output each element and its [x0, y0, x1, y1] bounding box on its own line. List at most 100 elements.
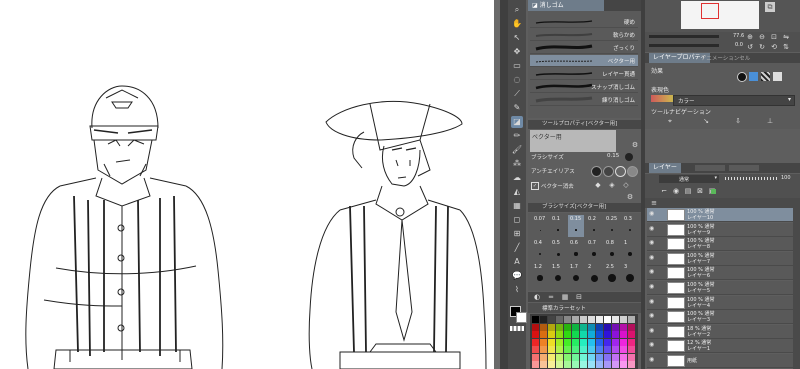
brush-size-cell[interactable]: 0.3: [622, 215, 638, 237]
color-swatch[interactable]: [588, 353, 595, 361]
brush-size-cell[interactable]: 0.8: [604, 239, 620, 261]
color-swatch[interactable]: [588, 338, 595, 346]
lock-layer-icon[interactable]: ⊠: [695, 186, 705, 196]
vector-erase-checkbox[interactable]: ✓: [531, 182, 539, 190]
color-swatch[interactable]: [572, 361, 579, 368]
brush-size-cell[interactable]: 0.6: [568, 239, 584, 261]
color-swatch[interactable]: [612, 331, 619, 338]
zoom-tool-icon[interactable]: ⌕: [511, 4, 523, 16]
ruler-tool-icon[interactable]: ╱: [511, 242, 523, 254]
lock-transparency-icon[interactable]: ▤: [683, 186, 693, 196]
nav-lock-icon[interactable]: ⌖: [665, 116, 675, 126]
brush-item-kneaded-eraser[interactable]: 練り消しゴム: [530, 94, 638, 106]
brush-item-soft[interactable]: 軟らかめ: [530, 29, 638, 41]
color-swatch[interactable]: [580, 316, 587, 323]
history-tab-icon[interactable]: ⊟: [574, 292, 584, 302]
clip-layer-icon[interactable]: ⌐: [659, 186, 669, 196]
color-swatch[interactable]: [604, 338, 611, 346]
color-swatch[interactable]: [532, 338, 539, 346]
color-swatch[interactable]: [540, 361, 547, 368]
eyedropper-tool-icon[interactable]: ⟋: [511, 88, 523, 100]
brush-tool-icon[interactable]: 🖌: [511, 144, 523, 156]
brush-size-cell[interactable]: 0.07: [532, 215, 548, 237]
color-swatch[interactable]: [556, 353, 563, 361]
layer-row[interactable]: ◉ 12 % 通常 レイヤー1: [647, 339, 793, 354]
brush-size-row[interactable]: ブラシサイズ 0.15: [531, 152, 641, 162]
color-swatch[interactable]: [604, 331, 611, 338]
eye-icon[interactable]: ◉: [649, 211, 655, 217]
color-swatch[interactable]: [548, 361, 555, 368]
tab-layer-search[interactable]: [695, 165, 725, 171]
eye-icon[interactable]: ◉: [649, 342, 655, 348]
color-swatch[interactable]: [620, 331, 627, 338]
vector-erase-row[interactable]: ✓ ベクター消去 ◆ ◈ ◇: [531, 180, 641, 192]
zoom-in-icon[interactable]: ⊕: [745, 32, 755, 42]
color-swatch[interactable]: [628, 361, 635, 368]
color-swatch[interactable]: [580, 323, 587, 331]
antialias-medium-icon[interactable]: [615, 166, 626, 177]
color-swatch[interactable]: [572, 316, 579, 323]
wrench-icon[interactable]: ⚙: [630, 140, 640, 150]
color-swatch[interactable]: [556, 323, 563, 331]
brush-item-hard[interactable]: 硬め: [530, 16, 638, 28]
color-swatch[interactable]: [532, 331, 539, 338]
color-grid[interactable]: [530, 314, 638, 369]
layer-row[interactable]: ◉ 100 % 通常 レイヤー5: [647, 281, 793, 295]
brush-item-vector[interactable]: ベクター用: [530, 55, 638, 67]
color-swatch[interactable]: [572, 338, 579, 346]
color-swatch[interactable]: [564, 323, 571, 331]
tab-layer[interactable]: レイヤー: [649, 163, 681, 173]
border-effect-icon[interactable]: [737, 72, 747, 82]
color-swatch[interactable]: [580, 331, 587, 338]
zoom-out-icon[interactable]: ⊖: [757, 32, 767, 42]
color-swatch[interactable]: [548, 331, 555, 338]
color-swatch[interactable]: [532, 346, 539, 353]
color-swatch[interactable]: [580, 361, 587, 368]
erase-to-intersection-icon[interactable]: ◈: [607, 180, 617, 190]
color-swatch[interactable]: [540, 338, 547, 346]
color-swatch[interactable]: [556, 316, 563, 323]
color-swatch[interactable]: [588, 323, 595, 331]
color-swatch[interactable]: [604, 316, 611, 323]
tab-eraser[interactable]: ◪ 消しゴム: [528, 0, 604, 11]
navigator-menu-icon[interactable]: ⧉: [765, 2, 775, 12]
color-swatch[interactable]: [540, 346, 547, 353]
color-swatch[interactable]: [604, 361, 611, 368]
zoom-slider[interactable]: [649, 35, 719, 38]
color-swatch[interactable]: [596, 316, 603, 323]
figure-tool-icon[interactable]: ◻: [511, 214, 523, 226]
eye-icon[interactable]: ◉: [649, 327, 655, 334]
frame-tool-icon[interactable]: ⊞: [511, 228, 523, 240]
brush-size-cell[interactable]: 2: [586, 263, 602, 285]
color-swatch[interactable]: [580, 346, 587, 353]
layer-row[interactable]: ◉ 100 % 通常 レイヤー3: [647, 310, 793, 325]
color-wheel-tab-icon[interactable]: ◐: [532, 292, 542, 302]
color-swatch[interactable]: [564, 346, 571, 353]
rotate-left-icon[interactable]: ↺: [745, 42, 755, 52]
eye-icon[interactable]: ◉: [649, 254, 655, 261]
airbrush-tool-icon[interactable]: ⁂: [511, 158, 523, 170]
selection-tool-icon[interactable]: ▭: [511, 60, 523, 72]
color-slider-tab-icon[interactable]: ═: [546, 292, 556, 302]
color-swatch[interactable]: [588, 346, 595, 353]
color-swatch[interactable]: [556, 331, 563, 338]
color-swatch[interactable]: [612, 361, 619, 368]
color-swatch[interactable]: [548, 316, 555, 323]
fit-view-icon[interactable]: ⊡: [769, 32, 779, 42]
angle-slider[interactable]: [649, 44, 719, 47]
color-swatch[interactable]: [532, 316, 539, 323]
color-swatch[interactable]: [620, 316, 627, 323]
color-swatch[interactable]: [572, 331, 579, 338]
eye-icon[interactable]: ◉: [649, 225, 655, 232]
brush-size-cell[interactable]: 0.15: [568, 215, 584, 237]
color-swatch[interactable]: [548, 346, 555, 353]
color-swatch[interactable]: [596, 338, 603, 346]
antialias-row[interactable]: アンチエイリアス: [531, 165, 641, 177]
eye-icon[interactable]: ◉: [649, 357, 655, 363]
eye-icon[interactable]: ◉: [649, 240, 655, 246]
flip-vertical-icon[interactable]: ⇅: [781, 42, 791, 52]
color-swatch[interactable]: [588, 316, 595, 323]
color-swatch[interactable]: [628, 338, 635, 346]
layer-scrollbar[interactable]: [793, 208, 800, 369]
brush-size-cell[interactable]: 1.5: [550, 263, 566, 285]
